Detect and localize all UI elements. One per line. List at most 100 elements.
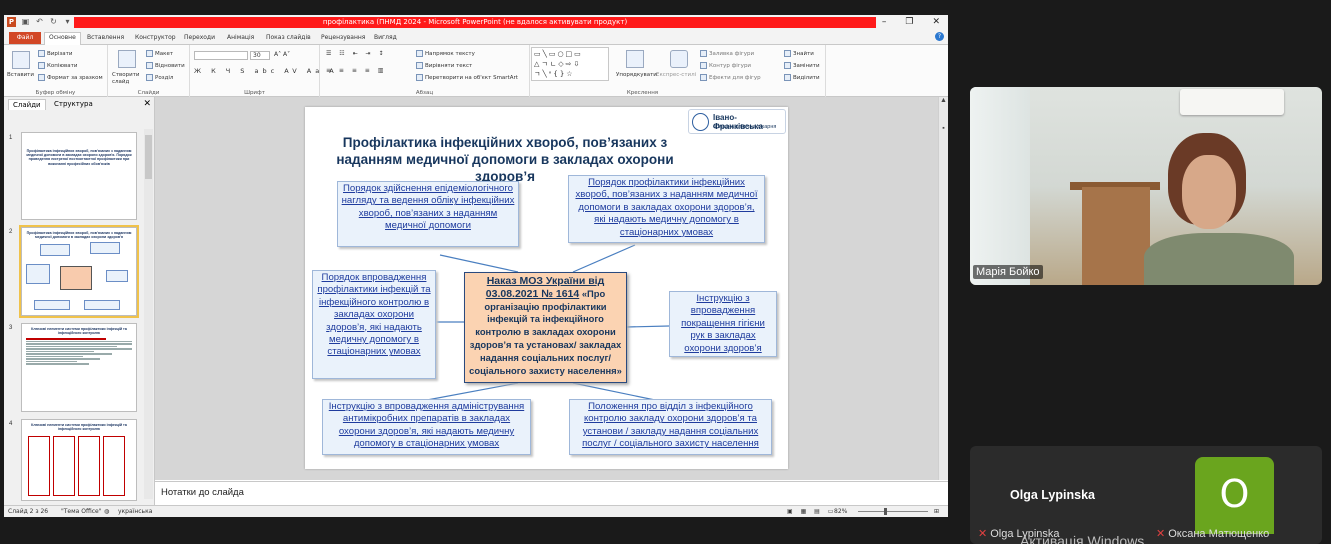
ribbon: Вставити Вирізати Копіювати Формат за зр… bbox=[4, 45, 948, 97]
close-button[interactable]: ✕ bbox=[932, 17, 940, 27]
replace-button[interactable]: Замінити bbox=[784, 62, 820, 69]
list-buttons[interactable]: ☰ ☷ ⇤ ⇥ ↕ bbox=[326, 50, 386, 57]
zoom-level[interactable]: 82% bbox=[834, 508, 847, 515]
reset-button[interactable]: Відновити bbox=[146, 62, 185, 69]
maximize-button[interactable]: ❐ bbox=[905, 17, 913, 27]
smartart-button[interactable]: Перетворити на об'єкт SmartArt bbox=[416, 74, 518, 81]
language[interactable]: українська bbox=[118, 508, 152, 515]
tab-outline[interactable]: Структура bbox=[50, 99, 97, 109]
tab-view[interactable]: Вигляд bbox=[374, 34, 397, 41]
tab-review[interactable]: Рецензування bbox=[321, 34, 365, 41]
slide-canvas[interactable]: Івано-Франківська обласна клінічна лікар… bbox=[305, 107, 788, 469]
thumb-box bbox=[40, 244, 70, 256]
align-buttons[interactable]: ≡ ≡ ≡ ≡ ▥ bbox=[326, 67, 386, 74]
customize-toolbar-icon[interactable]: ▾ bbox=[63, 17, 72, 27]
zoom-slider-knob[interactable] bbox=[884, 508, 887, 515]
cut-button[interactable]: Вирізати bbox=[38, 50, 72, 57]
group-label: Слайди bbox=[137, 90, 160, 96]
thumb-box bbox=[103, 436, 125, 496]
shapes-gallery[interactable]: ▭╲▭○□▭ △ㄱㄴ◇⇨⇩ ㄱ╲ᐢ{}☆ bbox=[531, 47, 609, 81]
text-direction-button[interactable]: Напрямок тексту bbox=[416, 50, 475, 57]
participant-video bbox=[1138, 133, 1298, 285]
hospital-emblem-icon bbox=[692, 113, 709, 131]
section-button[interactable]: Розділ bbox=[146, 74, 173, 81]
quick-styles-button[interactable]: Експрес-стилі bbox=[656, 72, 696, 78]
save-icon[interactable]: ▣ bbox=[21, 17, 30, 27]
slide-thumbnail-1[interactable]: Профілактика інфекційних хвороб, пов'яза… bbox=[21, 132, 137, 220]
view-buttons[interactable]: ▣ ▦ ▤ ▭ bbox=[787, 508, 836, 515]
group-slides: Створити слайд Макет Відновити Розділ Сл… bbox=[108, 45, 190, 97]
layout-icon bbox=[146, 50, 153, 57]
order-body: «Про організацію профілактики інфекцій т… bbox=[469, 287, 622, 376]
format-painter-button[interactable]: Формат за зразком bbox=[38, 74, 103, 81]
language-icon[interactable]: ◍ bbox=[104, 508, 109, 515]
paste-button[interactable]: Вставити bbox=[7, 72, 34, 78]
slide-thumbnail-3[interactable]: Ключові елементи системи профілактики ін… bbox=[21, 323, 137, 412]
new-slide-icon[interactable] bbox=[118, 50, 136, 68]
slide-thumbnail-2[interactable]: Профілактика інфекційних хвороб, пов'яза… bbox=[19, 225, 139, 318]
tab-transitions[interactable]: Переходи bbox=[184, 34, 215, 41]
grow-font-icon[interactable]: A˄ A˅ bbox=[274, 51, 290, 58]
redo-icon[interactable]: ↻ bbox=[49, 17, 58, 27]
box-implementation-procedure: Порядок впровадження профілактики інфекц… bbox=[312, 270, 436, 379]
slide-thumbnail-4[interactable]: Ключові елементи системи профілактики ін… bbox=[21, 419, 137, 501]
box-antimicrobial-stewardship: Інструкцію з впровадження адмініструванн… bbox=[322, 399, 531, 455]
find-icon bbox=[784, 50, 791, 57]
fit-window-icon[interactable]: ⊞ bbox=[934, 508, 939, 515]
ribbon-tabs: Файл Основне Вставлення Конструктор Пере… bbox=[4, 31, 948, 45]
thumb-title: Профілактика інфекційних хвороб, пов'яза… bbox=[26, 149, 132, 166]
tab-animations[interactable]: Анімація bbox=[227, 34, 254, 41]
quick-styles-icon[interactable] bbox=[670, 50, 688, 68]
new-slide-button[interactable]: Створити слайд bbox=[112, 72, 146, 86]
notes-pane[interactable]: Нотатки до слайда bbox=[155, 481, 948, 505]
windows-activation-watermark: Активація Windows bbox=[1020, 533, 1145, 544]
group-label: Шрифт bbox=[244, 90, 265, 96]
zoom-slider[interactable] bbox=[858, 511, 928, 512]
paste-icon[interactable] bbox=[12, 51, 30, 69]
quick-access-toolbar: P ▣ ↶ ↻ ▾ bbox=[7, 17, 72, 27]
smartart-icon bbox=[416, 74, 423, 81]
thumb-title: Профілактика інфекційних хвороб, пов'яза… bbox=[26, 231, 132, 240]
replace-icon bbox=[784, 62, 791, 69]
select-button[interactable]: Виділити bbox=[784, 74, 820, 81]
tab-file[interactable]: Файл bbox=[9, 32, 41, 44]
undo-icon[interactable]: ↶ bbox=[35, 17, 44, 27]
shape-fill-button[interactable]: Заливка фігури bbox=[700, 50, 754, 57]
video-tile-participant[interactable]: Olga Lypinska O ✕ Olga Lypinska ✕ Оксана М… bbox=[970, 446, 1322, 544]
muted-participant-label: ✕ Оксана Матющенко bbox=[1156, 528, 1270, 540]
shape-outline-button[interactable]: Контур фігури bbox=[700, 62, 751, 69]
group-label: Креслення bbox=[626, 90, 659, 96]
thumb-box bbox=[34, 300, 70, 310]
tab-design[interactable]: Конструктор bbox=[135, 34, 176, 41]
copy-button[interactable]: Копіювати bbox=[38, 62, 77, 69]
thumb-box bbox=[28, 436, 50, 496]
align-text-button[interactable]: Вирівняти текст bbox=[416, 62, 472, 69]
screen: P ▣ ↶ ↻ ▾ профілактика (ПНМД 2024 - Micr… bbox=[0, 0, 1331, 544]
font-name-field[interactable] bbox=[194, 51, 248, 60]
tab-slides[interactable]: Слайди bbox=[8, 99, 46, 110]
arrange-icon[interactable] bbox=[626, 50, 644, 68]
close-pane-icon[interactable]: ✕ bbox=[143, 99, 151, 109]
pane-scrollbar[interactable] bbox=[144, 129, 153, 499]
layout-button[interactable]: Макет bbox=[146, 50, 173, 57]
tab-slideshow[interactable]: Показ слайдів bbox=[266, 34, 311, 41]
editor-scrollbar[interactable]: ▲ ▪ bbox=[938, 97, 948, 480]
theme-name: "Тема Office" bbox=[61, 508, 102, 515]
video-tile-speaker[interactable]: Марія Бойко bbox=[970, 87, 1322, 285]
find-button[interactable]: Знайти bbox=[784, 50, 814, 57]
help-icon[interactable]: ? bbox=[935, 32, 944, 41]
arrange-button[interactable]: Упорядкувати bbox=[616, 72, 657, 78]
thumb-number: 3 bbox=[9, 325, 13, 331]
window-title: профілактика (ПНМД 2024 - Microsoft Powe… bbox=[322, 18, 628, 26]
font-format-buttons[interactable]: Ж К Ч S abc AV Aa A bbox=[194, 67, 338, 75]
fill-icon bbox=[700, 50, 707, 57]
group-label: Абзац bbox=[415, 90, 434, 96]
tab-home[interactable]: Основне bbox=[44, 32, 81, 45]
font-size-field[interactable]: 30 bbox=[250, 51, 270, 60]
status-bar: Слайд 2 з 26 "Тема Office" ◍ українська … bbox=[4, 505, 948, 517]
brush-icon bbox=[38, 74, 45, 81]
tab-insert[interactable]: Вставлення bbox=[87, 34, 124, 41]
thumb-box bbox=[90, 242, 120, 254]
minimize-button[interactable]: – bbox=[882, 17, 887, 27]
shape-effects-button[interactable]: Ефекти для фігур bbox=[700, 74, 761, 81]
